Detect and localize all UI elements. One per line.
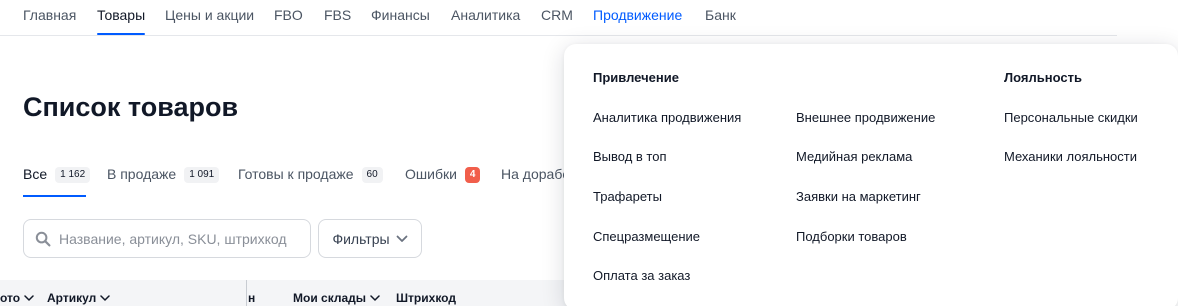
chevron-down-icon [396,235,408,243]
menu-item-marketing-requests[interactable]: Заявки на маркетинг [796,189,921,204]
tab-error-count-badge: 4 [464,167,481,183]
search-icon [35,231,51,247]
chevron-down-icon [24,295,34,301]
chevron-down-icon [370,295,380,301]
tab-label: На дорабо [501,166,571,182]
tab-count-badge: 1 162 [55,167,91,183]
menu-item-pay-per-order[interactable]: Оплата за заказ [593,268,690,283]
tab-all[interactable]: Все 1 162 [23,166,91,197]
nav-item-crm[interactable]: CRM [541,7,573,23]
tab-needs-revision[interactable]: На дорабо [501,166,570,197]
nav-item-analytics[interactable]: Аналитика [451,7,520,23]
menu-item-personal-discounts[interactable]: Персональные скидки [1004,110,1138,125]
menu-item-stencils[interactable]: Трафареты [593,189,662,204]
column-header-label: ото [0,291,21,305]
tab-label: Готовы к продаже [238,166,354,182]
menu-item-external-promotion[interactable]: Внешнее продвижение [796,110,935,125]
menu-item-promotion-analytics[interactable]: Аналитика продвижения [593,110,741,125]
column-header-partial[interactable]: н [248,291,255,305]
filters-button[interactable]: Фильтры [318,219,422,258]
nav-item-fbo[interactable]: FBO [274,7,303,23]
tab-errors[interactable]: Ошибки 4 [405,166,481,197]
nav-item-bank[interactable]: Банк [705,7,736,23]
tab-label: Все [23,166,48,182]
promotion-dropdown-menu: Привлечение Лояльность Аналитика продвиж… [564,44,1178,306]
top-navigation: Главная Товары Цены и акции FBO FBS Фина… [0,0,1117,36]
page-title: Список товаров [23,92,239,122]
tab-count-badge: 1 091 [184,167,220,183]
search-input[interactable] [59,230,299,247]
menu-heading-loyalty: Лояльность [1004,70,1082,85]
column-header-barcode[interactable]: Штрихкод [396,291,456,305]
menu-item-product-collections[interactable]: Подборки товаров [796,229,907,244]
chevron-down-icon [100,295,110,301]
column-header-label: Артикул [47,291,97,305]
tab-ready-to-sell[interactable]: Готовы к продаже 60 [238,166,383,197]
column-header-article[interactable]: Артикул [47,291,110,305]
nav-item-home[interactable]: Главная [23,7,76,23]
nav-item-promotion[interactable]: Продвижение [593,7,682,23]
tab-label: Ошибки [405,166,457,182]
filters-label: Фильтры [332,230,390,247]
menu-item-loyalty-mechanics[interactable]: Механики лояльности [1004,149,1137,164]
nav-item-products[interactable]: Товары [97,7,146,35]
column-header-label: Мои склады [293,291,367,305]
tab-on-sale[interactable]: В продаже 1 091 [107,166,220,197]
nav-item-finance[interactable]: Финансы [371,7,430,23]
tab-count-badge: 60 [361,167,383,183]
nav-item-fbs[interactable]: FBS [324,7,351,23]
column-header-label: Штрихкод [396,291,456,305]
menu-item-boost-to-top[interactable]: Вывод в топ [593,149,667,164]
column-header-photo[interactable]: ото [0,291,34,305]
nav-item-prices-promotions[interactable]: Цены и акции [165,7,254,23]
column-header-my-warehouses[interactable]: Мои склады [293,291,380,305]
column-header-label: н [248,291,256,305]
menu-item-special-placement[interactable]: Спецразмещение [593,229,700,244]
search-box [23,219,311,258]
menu-item-media-ads[interactable]: Медийная реклама [796,149,912,164]
table-header: ото Артикул н Мои склады Штрихкод [0,280,600,306]
column-divider[interactable] [246,280,247,306]
menu-heading-attraction: Привлечение [593,70,679,85]
tab-label: В продаже [107,166,177,182]
